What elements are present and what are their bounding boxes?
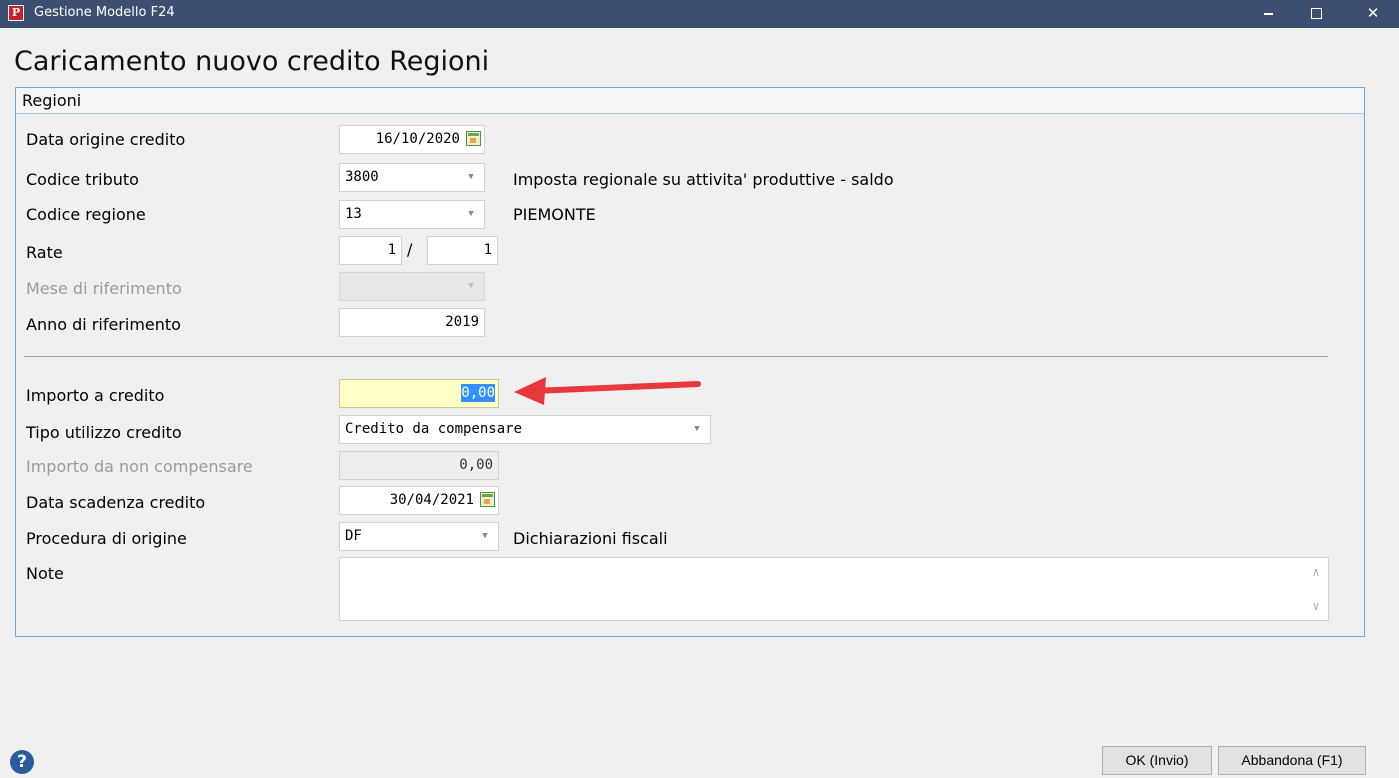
page-title: Caricamento nuovo credito Regioni xyxy=(14,46,490,77)
chevron-up-icon[interactable]: ∧ xyxy=(1304,562,1328,582)
mese-riferimento-select: ▼ xyxy=(339,272,485,301)
codice-regione-value: 13 xyxy=(345,206,362,222)
ok-button[interactable]: OK (Invio) xyxy=(1102,746,1212,775)
maximize-icon xyxy=(1311,8,1322,19)
codice-tributo-select[interactable]: 3800 ▼ xyxy=(339,163,485,192)
data-scadenza-value: 30/04/2021 xyxy=(389,492,474,508)
importo-credito-input[interactable]: 0,00 xyxy=(339,379,499,408)
anno-riferimento-input[interactable]: 2019 xyxy=(339,308,485,337)
data-origine-value: 16/10/2020 xyxy=(375,131,460,147)
procedura-origine-select[interactable]: DF ▼ xyxy=(339,522,499,551)
calendar-icon[interactable] xyxy=(480,492,495,507)
rate-separator: / xyxy=(407,240,413,259)
chevron-down-icon[interactable]: ∨ xyxy=(1304,596,1328,616)
rate-current-value: 1 xyxy=(387,242,396,258)
importo-credito-value: 0,00 xyxy=(461,384,495,402)
procedura-origine-label: Procedura di origine xyxy=(26,529,187,548)
annotation-arrow xyxy=(514,377,701,405)
chevron-down-icon[interactable]: ▼ xyxy=(458,201,484,228)
data-scadenza-field[interactable]: 30/04/2021 xyxy=(339,486,499,515)
chevron-down-icon[interactable]: ▼ xyxy=(458,164,484,191)
close-icon: ✕ xyxy=(1366,4,1380,22)
data-origine-field[interactable]: 16/10/2020 xyxy=(339,125,485,154)
chevron-down-icon: ▼ xyxy=(468,281,474,291)
rate-label: Rate xyxy=(26,243,63,262)
note-label: Note xyxy=(26,564,64,583)
tipo-utilizzo-value: Credito da compensare xyxy=(345,421,523,437)
arrow-head xyxy=(514,377,546,405)
chevron-down-icon[interactable]: ▼ xyxy=(684,416,710,443)
section-separator xyxy=(24,356,1328,357)
importo-non-compensare-input: 0,00 xyxy=(339,451,499,480)
chevron-down-icon[interactable]: ▼ xyxy=(472,523,498,550)
codice-tributo-value: 3800 xyxy=(345,169,379,185)
codice-regione-select[interactable]: 13 ▼ xyxy=(339,200,485,229)
codice-tributo-description: Imposta regionale su attivita' produttiv… xyxy=(513,170,894,189)
codice-regione-description: PIEMONTE xyxy=(513,205,596,224)
minimize-icon xyxy=(1264,13,1273,15)
rate-current-input[interactable]: 1 xyxy=(339,236,402,265)
group-title: Regioni xyxy=(22,91,82,110)
tipo-utilizzo-label: Tipo utilizzo credito xyxy=(26,423,182,442)
tipo-utilizzo-select[interactable]: Credito da compensare ▼ xyxy=(339,415,711,444)
group-header: Regioni xyxy=(16,88,1364,114)
procedura-origine-value: DF xyxy=(345,528,362,544)
anno-riferimento-label: Anno di riferimento xyxy=(26,315,181,334)
minimize-button[interactable] xyxy=(1246,0,1292,28)
codice-regione-label: Codice regione xyxy=(26,205,146,224)
window-title: Gestione Modello F24 xyxy=(34,5,175,20)
mese-riferimento-label: Mese di riferimento xyxy=(26,279,182,298)
regioni-group: Regioni Data origine credito 16/10/2020 … xyxy=(15,87,1365,637)
importo-non-compensare-value: 0,00 xyxy=(459,457,493,473)
data-origine-label: Data origine credito xyxy=(26,130,186,149)
maximize-button[interactable] xyxy=(1293,0,1339,28)
abbandona-button[interactable]: Abbandona (F1) xyxy=(1218,746,1366,775)
note-textarea[interactable]: ∧ ∨ xyxy=(339,557,1329,621)
window-titlebar: P Gestione Modello F24 ✕ xyxy=(0,0,1399,28)
anno-riferimento-value: 2019 xyxy=(445,314,479,330)
rate-total-input[interactable]: 1 xyxy=(427,236,498,265)
help-icon[interactable]: ? xyxy=(10,750,34,774)
app-icon: P xyxy=(8,5,24,21)
procedura-origine-description: Dichiarazioni fiscali xyxy=(513,529,668,548)
rate-total-value: 1 xyxy=(483,242,492,258)
importo-non-compensare-label: Importo da non compensare xyxy=(26,457,253,476)
note-scrollbar[interactable]: ∧ ∨ xyxy=(1304,558,1328,620)
close-button[interactable]: ✕ xyxy=(1350,0,1396,28)
data-scadenza-label: Data scadenza credito xyxy=(26,493,206,512)
importo-credito-label: Importo a credito xyxy=(26,386,165,405)
arrow-shaft xyxy=(531,381,701,394)
calendar-icon[interactable] xyxy=(466,131,481,146)
codice-tributo-label: Codice tributo xyxy=(26,170,139,189)
